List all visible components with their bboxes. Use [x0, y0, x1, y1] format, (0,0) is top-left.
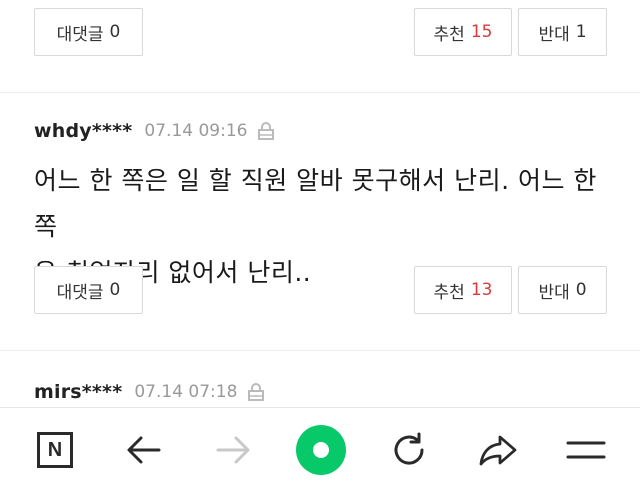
oppose-count: 1	[575, 22, 587, 42]
oppose-label: 반대	[538, 24, 570, 45]
comment-header: whdy**** 07.14 09:16	[34, 120, 275, 142]
share-icon	[479, 435, 517, 466]
comment-body-line: 어느 한 쪽은 일 할 직원 알바 못구해서 난리. 어느 한 쪽	[34, 166, 597, 241]
reply-button[interactable]: 대댓글 0	[34, 266, 143, 314]
share-button[interactable]	[468, 408, 528, 491]
naver-home-button[interactable]: N	[25, 408, 85, 491]
menu-icon	[566, 441, 606, 459]
comment-time: 07.14 09:16	[144, 121, 248, 141]
oppose-button[interactable]: 반대 0	[518, 266, 607, 314]
browser-bottom-bar: N	[0, 407, 640, 491]
reply-label: 대댓글	[56, 282, 104, 303]
comment-divider	[0, 350, 640, 351]
green-circle-icon	[296, 425, 346, 475]
comment-header: mirs**** 07.14 07:18	[34, 381, 265, 403]
refresh-icon	[394, 432, 424, 465]
naver-home-icon: N	[37, 432, 73, 468]
oppose-label: 반대	[538, 282, 570, 303]
forward-arrow-icon	[216, 436, 250, 464]
recommend-count: 15	[470, 22, 493, 42]
recommend-button[interactable]: 추천 15	[414, 8, 512, 56]
forward-button[interactable]	[203, 408, 263, 491]
recommend-label: 추천	[433, 24, 465, 45]
refresh-button[interactable]	[379, 408, 439, 491]
menu-button[interactable]	[556, 408, 616, 491]
reply-label: 대댓글	[56, 24, 104, 45]
recommend-button[interactable]: 추천 13	[414, 266, 512, 314]
back-button[interactable]	[114, 408, 174, 491]
recommend-label: 추천	[433, 282, 465, 303]
comment-author[interactable]: mirs****	[34, 381, 122, 403]
reply-button[interactable]: 대댓글 0	[34, 8, 143, 56]
reply-count: 0	[109, 22, 121, 42]
report-icon[interactable]	[257, 121, 275, 141]
comment-time: 07.14 07:18	[134, 382, 238, 402]
comment-author[interactable]: whdy****	[34, 120, 132, 142]
back-arrow-icon	[127, 436, 161, 464]
oppose-count: 0	[575, 280, 587, 300]
reply-count: 0	[109, 280, 121, 300]
green-dot-button[interactable]	[291, 408, 351, 491]
oppose-button[interactable]: 반대 1	[518, 8, 607, 56]
report-icon[interactable]	[247, 382, 265, 402]
comment-divider	[0, 92, 640, 93]
recommend-count: 13	[470, 280, 493, 300]
